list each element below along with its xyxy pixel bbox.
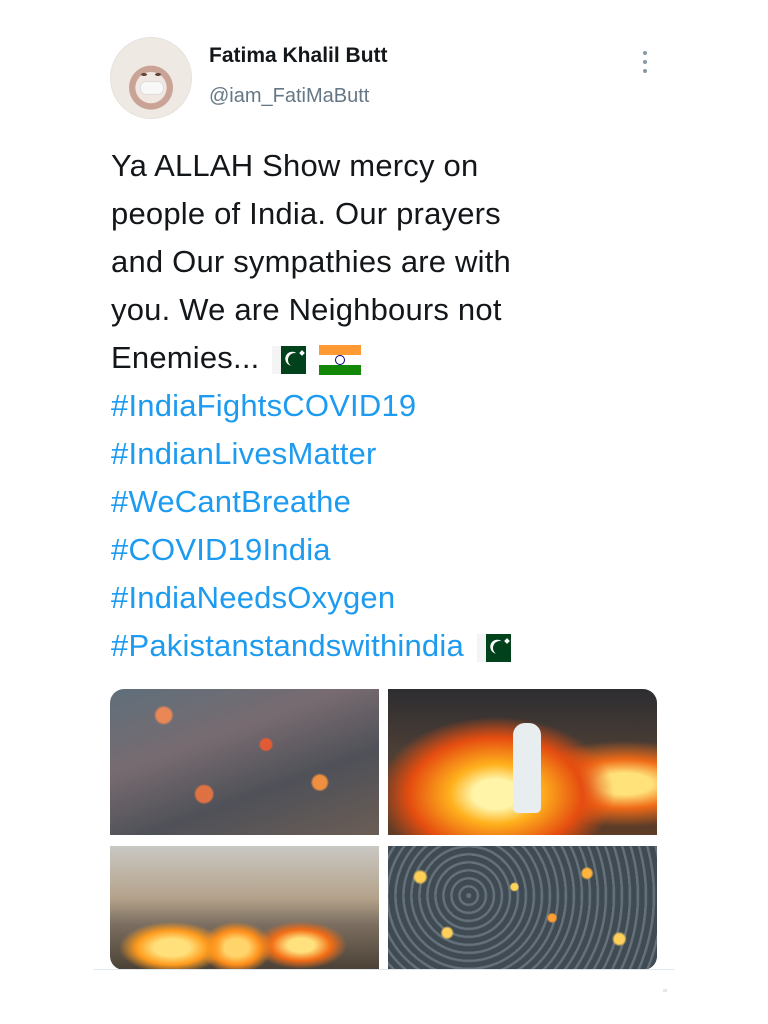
- open-pyres-photo[interactable]: [110, 846, 379, 970]
- avatar-eye-left: [141, 73, 147, 76]
- hashtag-pakistanstandswithindia[interactable]: #Pakistanstandswithindia: [111, 628, 464, 663]
- ppe-suit-figure: [513, 723, 541, 813]
- india-flag-icon: [319, 344, 362, 375]
- avatar-face-mask: [140, 81, 164, 95]
- more-dot: [643, 69, 647, 73]
- ashoka-chakra-icon: [335, 354, 346, 365]
- final-hashtag-line: #Pakistanstandswithindia: [111, 622, 631, 670]
- tweet-line-4: you. We are Neighbours not: [111, 292, 502, 327]
- cremation-crowd-photo[interactable]: [110, 689, 379, 835]
- pakistan-flag-icon: [272, 345, 307, 374]
- profile-handle[interactable]: @iam_FatiMaButt: [209, 85, 369, 108]
- more-options-icon[interactable]: [635, 51, 655, 73]
- tweet-line-5: Enemies...: [111, 334, 631, 382]
- hashtag-indianlivesmatter[interactable]: #IndianLivesMatter: [111, 430, 631, 478]
- profile-avatar[interactable]: [110, 37, 192, 119]
- pakistan-flag-icon: [476, 633, 511, 662]
- hashtag-indiafightscovid19[interactable]: #IndiaFightsCOVID19: [111, 382, 631, 430]
- tweet-text: Ya ALLAH Show mercy on people of India. …: [111, 142, 631, 670]
- more-dot: [643, 51, 647, 55]
- ppe-worker-fire-photo[interactable]: [388, 689, 657, 835]
- tweet-line-3: and Our sympathies are with: [111, 244, 511, 279]
- corner-mark: [663, 989, 667, 992]
- tweet-divider: [94, 969, 674, 970]
- tweet-line-2: people of India. Our prayers: [111, 196, 501, 231]
- hashtag-indianeedsoxygen[interactable]: #IndiaNeedsOxygen: [111, 574, 631, 622]
- avatar-eye-right: [155, 73, 161, 76]
- more-dot: [643, 60, 647, 64]
- profile-name[interactable]: Fatima Khalil Butt: [209, 44, 388, 68]
- tweet-media-grid: [110, 689, 657, 970]
- hashtag-wecantbreathe[interactable]: #WeCantBreathe: [111, 478, 631, 526]
- tweet-line-1: Ya ALLAH Show mercy on: [111, 148, 479, 183]
- aerial-pyres-photo[interactable]: [388, 846, 657, 970]
- flag-star-icon: [299, 349, 306, 356]
- hashtag-covid19india[interactable]: #COVID19India: [111, 526, 631, 574]
- tweet-line-5-text: Enemies...: [111, 340, 260, 375]
